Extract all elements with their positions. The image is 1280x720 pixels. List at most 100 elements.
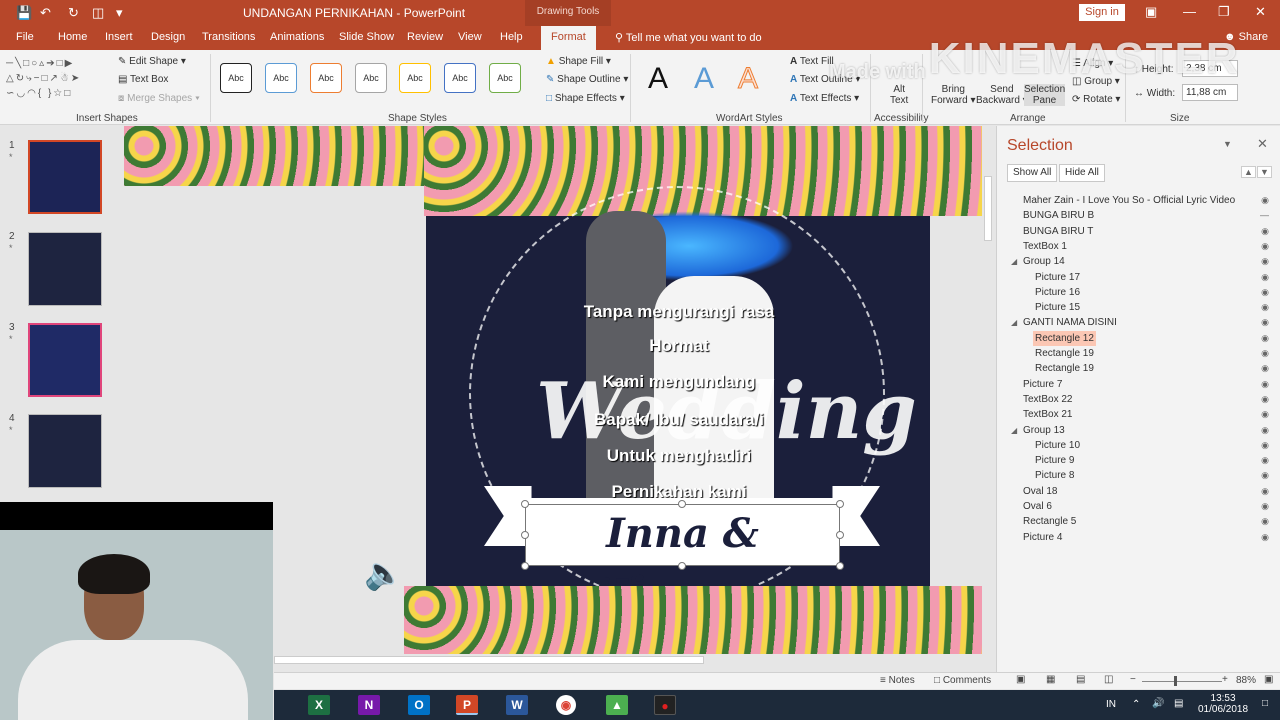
hide-all-button[interactable]: Hide All (1059, 164, 1105, 182)
visibility-eye-icon[interactable]: ◉ (1261, 438, 1269, 453)
collapse-group-icon[interactable]: ◢ (1011, 315, 1017, 330)
tab-design[interactable]: Design (151, 31, 185, 43)
merge-shapes-button[interactable]: ⧇ Merge Shapes ▾ (118, 93, 200, 104)
comments-button[interactable]: □ Comments (934, 675, 991, 686)
word-icon[interactable]: W (506, 695, 528, 715)
selection-item[interactable]: TextBox 22 ◉ (997, 392, 1280, 407)
text-effects-button[interactable]: A Text Effects ▾ (790, 93, 859, 104)
visibility-eye-icon[interactable]: ◉ (1261, 377, 1269, 392)
selection-item[interactable]: Rectangle 19 ◉ (997, 361, 1280, 376)
shape-style-4[interactable]: Abc (355, 63, 387, 93)
slide-thumbnail-2[interactable] (28, 232, 102, 306)
text-fill-button[interactable]: A Text Fill (790, 56, 834, 67)
visibility-eye-icon[interactable]: ◉ (1261, 407, 1269, 422)
selection-item[interactable]: Maher Zain - I Love You So - Official Ly… (997, 193, 1280, 208)
resize-handle[interactable] (836, 500, 844, 508)
ribbon-display-icon[interactable]: ▣ (1145, 4, 1157, 20)
zoom-out-icon[interactable]: − (1130, 674, 1136, 685)
visibility-eye-icon[interactable]: ◉ (1261, 254, 1269, 269)
undo-icon[interactable]: ↶ (40, 5, 51, 21)
pane-options-icon[interactable]: ▼ (1223, 139, 1232, 149)
collapse-group-icon[interactable]: ◢ (1011, 423, 1017, 438)
save-icon[interactable]: 💾 (16, 5, 32, 21)
invite-line-4[interactable]: Bapak/ Ibu/ saudara/i (544, 410, 814, 430)
zoom-slider-thumb[interactable] (1174, 676, 1177, 686)
tab-slide-show[interactable]: Slide Show (339, 31, 394, 43)
selection-item[interactable]: ◢ GANTI NAMA DISINI ◉ (997, 315, 1280, 330)
selection-item[interactable]: Rectangle 12 ◉ (997, 330, 1280, 346)
selection-item[interactable]: Rectangle 5 ◉ (997, 514, 1280, 529)
close-pane-icon[interactable]: ✕ (1257, 136, 1268, 152)
resize-handle[interactable] (678, 500, 686, 508)
slide-thumbnail-3[interactable] (28, 323, 102, 397)
flower-decoration-top-left[interactable] (124, 126, 424, 186)
send-backward-arrow-icon[interactable]: ▼ (1257, 166, 1272, 178)
maximize-icon[interactable]: ❐ (1218, 4, 1230, 20)
horizontal-scroll-thumb[interactable] (274, 656, 704, 664)
width-field[interactable]: 11,88 cm (1182, 84, 1238, 101)
recorder-icon[interactable]: ● (654, 695, 676, 715)
resize-handle[interactable] (836, 562, 844, 570)
tab-home[interactable]: Home (58, 31, 87, 43)
alt-text-button[interactable]: Alt Text (890, 84, 908, 106)
minimize-icon[interactable]: — (1183, 4, 1196, 19)
powerpoint-icon[interactable]: P (456, 695, 478, 715)
horizontal-scrollbar[interactable] (274, 654, 980, 666)
bring-forward-arrow-icon[interactable]: ▲ (1241, 166, 1256, 178)
onenote-icon[interactable]: N (358, 695, 380, 715)
tab-format[interactable]: Format (541, 26, 596, 50)
collapse-group-icon[interactable]: ◢ (1011, 254, 1017, 269)
tab-transitions[interactable]: Transitions (202, 31, 255, 43)
tab-file[interactable]: File (16, 31, 34, 43)
visibility-eye-icon[interactable]: ◉ (1261, 423, 1269, 438)
audio-speaker-icon[interactable]: 🔈 (364, 554, 404, 592)
edit-shape-button[interactable]: ✎ Edit Shape ▾ (118, 56, 186, 67)
selection-item[interactable]: Picture 4 ◉ (997, 530, 1280, 545)
selection-item[interactable]: Oval 6 ◉ (997, 499, 1280, 514)
language-indicator[interactable]: IN (1106, 699, 1116, 710)
selection-item[interactable]: Picture 15 ◉ (997, 300, 1280, 315)
visibility-eye-icon[interactable]: ◉ (1261, 453, 1269, 468)
vertical-scroll-thumb[interactable] (984, 176, 992, 241)
volume-icon[interactable]: 🔊 (1152, 698, 1164, 709)
zoom-level[interactable]: 88% (1236, 675, 1256, 686)
notes-button[interactable]: ≡ Notes (880, 675, 915, 686)
normal-view-icon[interactable]: ▣ (1016, 674, 1025, 685)
shape-style-6[interactable]: Abc (444, 63, 476, 93)
outlook-icon[interactable]: O (408, 695, 430, 715)
tab-insert[interactable]: Insert (105, 31, 133, 43)
slideshow-icon[interactable]: ◫ (1104, 674, 1113, 685)
app-icon[interactable]: ▲ (606, 695, 628, 715)
invite-line-1[interactable]: Tanpa mengurangi rasa (544, 302, 814, 322)
fit-to-window-icon[interactable]: ▣ (1264, 674, 1273, 685)
close-icon[interactable]: ✕ (1255, 4, 1266, 20)
chrome-icon[interactable]: ◉ (556, 695, 576, 715)
shape-fill-button[interactable]: ▲ Shape Fill ▾ (546, 56, 611, 67)
excel-icon[interactable]: X (308, 695, 330, 715)
resize-handle[interactable] (678, 562, 686, 570)
customize-toolbar-icon[interactable]: ▾ (116, 5, 123, 21)
invite-line-5[interactable]: Untuk menghadiri (544, 446, 814, 466)
redo-icon[interactable]: ↻ (68, 5, 79, 21)
shape-effects-button[interactable]: □ Shape Effects ▾ (546, 93, 625, 104)
selection-item[interactable]: ◢ Group 14 ◉ (997, 254, 1280, 269)
visibility-eye-icon[interactable]: ◉ (1261, 484, 1269, 499)
visibility-eye-icon[interactable]: ◉ (1261, 270, 1269, 285)
selection-item[interactable]: Rectangle 19 ◉ (997, 346, 1280, 361)
visibility-eye-icon[interactable]: ◉ (1261, 392, 1269, 407)
shape-style-2[interactable]: Abc (265, 63, 297, 93)
selection-item[interactable]: TextBox 1 ◉ (997, 239, 1280, 254)
slide-sorter-icon[interactable]: ▦ (1046, 674, 1055, 685)
visibility-eye-icon[interactable]: ◉ (1261, 239, 1269, 254)
visibility-eye-icon[interactable]: ◉ (1261, 361, 1269, 376)
selection-item[interactable]: ◢ Group 13 ◉ (997, 423, 1280, 438)
visibility-eye-icon[interactable]: ◉ (1261, 315, 1269, 330)
tell-me-search[interactable]: ⚲ Tell me what you want to do (615, 31, 762, 44)
reading-view-icon[interactable]: ▤ (1076, 674, 1085, 685)
tab-review[interactable]: Review (407, 31, 443, 43)
clock[interactable]: 13:53 01/06/2018 (1198, 693, 1248, 715)
hidden-toggle-icon[interactable]: — (1260, 208, 1269, 223)
slide-thumbnail-4[interactable] (28, 414, 102, 488)
selection-item[interactable]: Picture 9 ◉ (997, 453, 1280, 468)
tab-animations[interactable]: Animations (270, 31, 324, 43)
